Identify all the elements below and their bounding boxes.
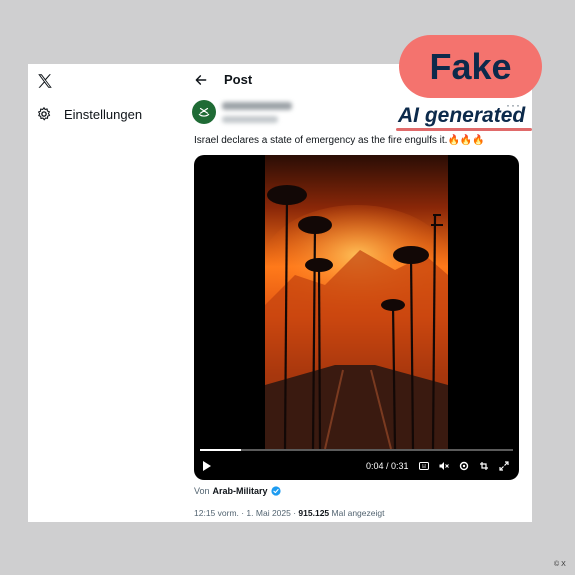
back-arrow-icon[interactable] bbox=[194, 73, 208, 87]
view-count: 915.125 bbox=[298, 508, 330, 518]
video-attribution: Von Arab-Military bbox=[194, 486, 281, 496]
avatar[interactable] bbox=[192, 100, 216, 124]
fire-emoji: 🔥🔥🔥 bbox=[447, 135, 485, 146]
video-progress-bar[interactable] bbox=[200, 449, 513, 451]
post-timestamp[interactable]: 12:15 vorm. · 1. Mai 2025 · bbox=[194, 508, 296, 518]
picture-in-picture-icon[interactable] bbox=[479, 461, 489, 471]
settings-icon[interactable] bbox=[459, 461, 469, 471]
byline-prefix: Von bbox=[194, 486, 210, 496]
captions-icon[interactable] bbox=[419, 461, 429, 471]
video-controls: 0:04 / 0:31 bbox=[194, 455, 519, 477]
tweet-text-body: Israel declares a state of emergency as … bbox=[194, 135, 448, 146]
mute-icon[interactable] bbox=[439, 461, 449, 471]
blurred-handle bbox=[222, 116, 278, 123]
x-logo-icon[interactable] bbox=[36, 72, 54, 90]
verified-badge-icon bbox=[270, 486, 281, 496]
post-header: Post bbox=[194, 72, 252, 87]
tweet-text: Israel declares a state of emergency as … bbox=[194, 135, 485, 146]
page-title: Post bbox=[224, 72, 253, 87]
image-credit: © X bbox=[554, 561, 566, 568]
post-card: Einstellungen Post ··· Israel declares a… bbox=[28, 64, 532, 522]
video-frame bbox=[265, 155, 448, 449]
views-label: Mal angezeigt bbox=[331, 508, 385, 518]
byline-author-link[interactable]: Arab-Military bbox=[213, 486, 268, 496]
video-progress-fill bbox=[200, 449, 241, 451]
fake-badge: Fake bbox=[399, 35, 542, 98]
ai-label-underline bbox=[396, 128, 532, 131]
fake-label: Fake bbox=[429, 45, 512, 87]
gear-icon bbox=[38, 107, 51, 121]
blurred-display-name bbox=[222, 102, 292, 110]
emblem-icon bbox=[198, 107, 210, 117]
video-player[interactable]: 0:04 / 0:31 bbox=[194, 155, 519, 480]
sidebar-item-settings[interactable]: Einstellungen bbox=[36, 106, 142, 122]
ai-generated-label: AI generated bbox=[398, 104, 526, 127]
post-metadata: 12:15 vorm. · 1. Mai 2025 · 915.125 Mal … bbox=[194, 508, 384, 518]
fullscreen-icon[interactable] bbox=[499, 461, 509, 471]
play-icon[interactable] bbox=[202, 461, 212, 471]
video-time: 0:04 / 0:31 bbox=[366, 461, 409, 471]
settings-label: Einstellungen bbox=[64, 106, 143, 122]
